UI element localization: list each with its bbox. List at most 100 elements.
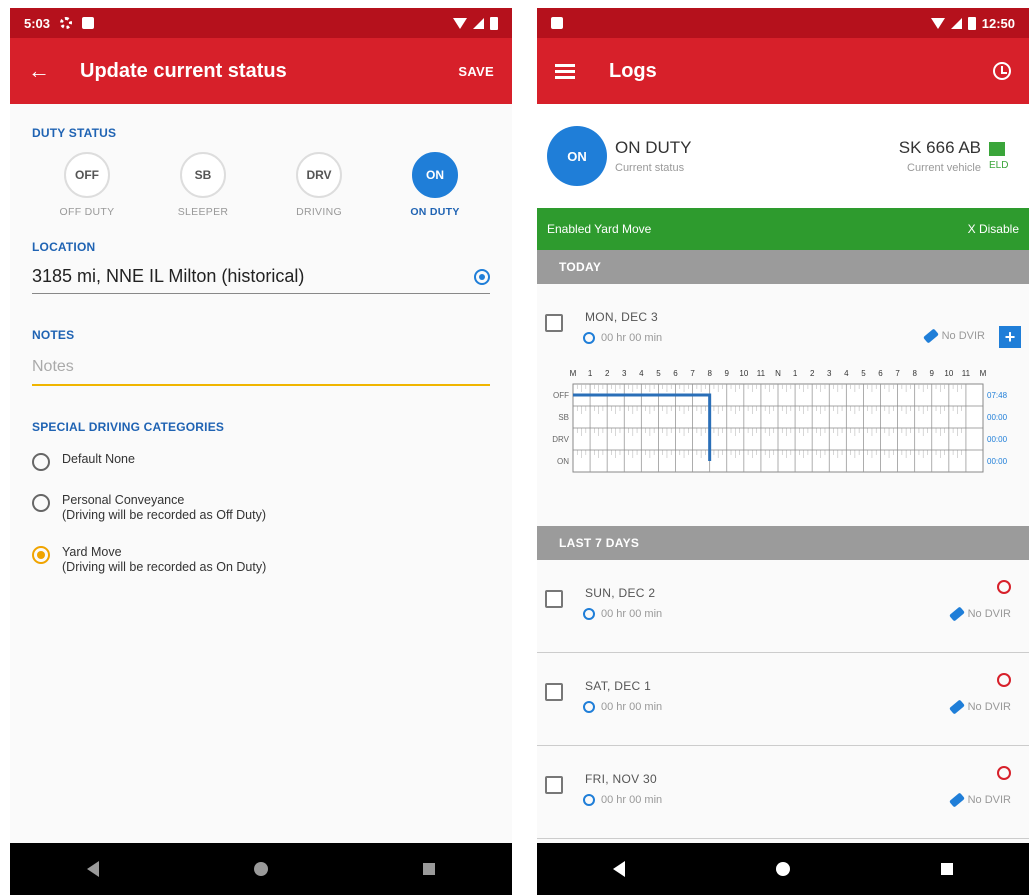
- grid-hour-label: 10: [739, 369, 748, 378]
- nav-home-icon[interactable]: [775, 862, 790, 876]
- clock-icon: [583, 794, 595, 806]
- day-time: 00 hr 00 min: [583, 794, 662, 806]
- vehicle-block[interactable]: SK 666 AB Current vehicle: [899, 138, 981, 174]
- grid-row-label: DRV: [552, 435, 569, 444]
- notification-icon: [82, 17, 95, 29]
- last7-list: SUN, DEC 2 00 hr 00 min No DVIR SAT, DEC 1 0…: [537, 560, 1029, 839]
- page-title: Update current status: [80, 59, 287, 82]
- special-category-option[interactable]: Personal Conveyance (Driving will be reco…: [32, 493, 490, 523]
- nav-recents-icon[interactable]: [422, 863, 435, 875]
- save-button[interactable]: SAVE: [458, 64, 494, 79]
- nav-home-icon[interactable]: [253, 862, 268, 876]
- day-time-value: 00 hr 00 min: [601, 701, 663, 713]
- dvir-status[interactable]: No DVIR: [948, 606, 1011, 622]
- duty-option-circle[interactable]: DRV: [296, 152, 342, 198]
- battery-icon: [490, 16, 498, 30]
- radio-button[interactable]: [32, 453, 50, 471]
- today-checkbox[interactable]: [545, 314, 563, 332]
- grid-hour-label: 2: [605, 369, 610, 378]
- back-arrow-icon[interactable]: ←: [28, 58, 58, 84]
- current-vehicle-caption: Current vehicle: [907, 162, 981, 174]
- grid-row-label: OFF: [553, 391, 569, 400]
- duty-option-drv[interactable]: DRV DRIVING: [274, 152, 364, 218]
- radio-label: Personal Conveyance (Driving will be reco…: [62, 493, 266, 523]
- day-checkbox[interactable]: [545, 683, 563, 701]
- dvir-status[interactable]: No DVIR: [948, 699, 1011, 715]
- eld-indicator: ELD: [989, 141, 1019, 171]
- grid-hour-label: 8: [707, 369, 712, 378]
- current-status-value: ON DUTY: [615, 138, 692, 157]
- logs-screen: 12:50 Logs ON ON DUTY Current status SK …: [537, 8, 1029, 895]
- disable-yard-move-button[interactable]: X Disable: [968, 222, 1019, 236]
- grid-hour-label: 3: [827, 369, 832, 378]
- nav-back-icon[interactable]: [87, 861, 100, 877]
- day-checkbox[interactable]: [545, 590, 563, 608]
- warning-icon[interactable]: [997, 766, 1011, 780]
- special-category-option[interactable]: Default None: [32, 452, 490, 471]
- warning-icon[interactable]: [997, 673, 1011, 687]
- dvir-label: No DVIR: [967, 608, 1011, 620]
- yard-move-text: Enabled Yard Move: [547, 222, 652, 236]
- menu-icon[interactable]: [555, 63, 575, 79]
- alarm-clock-icon[interactable]: [993, 62, 1011, 80]
- duty-option-circle[interactable]: SB: [180, 152, 226, 198]
- grid-hour-label: 5: [656, 369, 661, 378]
- warning-icon[interactable]: [997, 580, 1011, 594]
- grid-hour-label: 7: [690, 369, 695, 378]
- location-label: LOCATION: [32, 240, 96, 254]
- grid-hour-label: 11: [757, 369, 766, 378]
- dvir-label: No DVIR: [967, 794, 1011, 806]
- duty-option-off[interactable]: OFF OFF DUTY: [42, 152, 132, 218]
- current-status-header: ON ON DUTY Current status SK 666 AB Curr…: [537, 104, 1029, 208]
- special-category-option[interactable]: Yard Move (Driving will be recorded as On…: [32, 545, 490, 575]
- radio-label: Default None: [62, 452, 135, 467]
- wifi-icon: [930, 17, 945, 29]
- row-divider: [537, 838, 1029, 839]
- radio-title: Default None: [62, 452, 135, 466]
- target-icon[interactable]: [474, 268, 490, 285]
- wifi-icon: [453, 17, 467, 29]
- today-section-header: TODAY: [537, 250, 1029, 284]
- log-day-row[interactable]: SUN, DEC 2 00 hr 00 min No DVIR: [537, 560, 1029, 653]
- location-value[interactable]: 3185 mi, NNE IL Milton (historical): [32, 266, 304, 287]
- duty-option-on[interactable]: ON ON DUTY: [390, 152, 480, 218]
- duty-option-circle[interactable]: OFF: [64, 152, 110, 198]
- nav-recents-icon[interactable]: [941, 863, 954, 875]
- log-grid-chart: M 1 2 3 4 5 6 7 8 9 10 11 N 1 2 3 4 5 6 7 8 9 10 11 M OFF 07:48 SB 0…: [552, 369, 1008, 473]
- location-field[interactable]: 3185 mi, NNE IL Milton (historical): [32, 266, 490, 294]
- grid-hour-label: 11: [962, 369, 971, 378]
- dvir-status[interactable]: No DVIR: [922, 328, 985, 344]
- day-checkbox[interactable]: [545, 776, 563, 794]
- day-title: FRI, NOV 30: [585, 772, 657, 786]
- notes-input[interactable]: [32, 352, 490, 386]
- grid-row-label: SB: [558, 413, 569, 422]
- last7-section-header: LAST 7 DAYS: [537, 526, 1029, 560]
- add-dvir-button[interactable]: +: [999, 326, 1021, 348]
- status-block: ON DUTY Current status: [615, 138, 692, 174]
- page-title: Logs: [609, 59, 657, 82]
- eld-label: ELD: [989, 159, 1009, 171]
- duty-option-circle[interactable]: ON: [412, 152, 458, 198]
- nav-back-icon[interactable]: [612, 861, 625, 877]
- day-title: MON, DEC 3: [585, 310, 659, 324]
- grid-row-total: 00:00: [987, 435, 1008, 444]
- duty-option-caption: DRIVING: [296, 206, 342, 218]
- dvir-status[interactable]: No DVIR: [948, 792, 1011, 808]
- update-status-screen: 5:03 ← Update current status SAVE DUTY S…: [10, 8, 512, 895]
- grid-row-total: 00:00: [987, 457, 1008, 466]
- radio-button[interactable]: [32, 546, 50, 564]
- duty-option-sb[interactable]: SB SLEEPER: [158, 152, 248, 218]
- log-day-row[interactable]: FRI, NOV 30 00 hr 00 min No DVIR: [537, 746, 1029, 839]
- day-title: SAT, DEC 1: [585, 679, 652, 693]
- duty-option-caption: OFF DUTY: [59, 206, 115, 218]
- day-time-value: 00 hr 00 min: [601, 608, 663, 620]
- status-form: DUTY STATUS OFF OFF DUTY SB SLEEPER DRV DRIVI…: [10, 126, 512, 575]
- battery-icon: [967, 16, 976, 30]
- radio-button[interactable]: [32, 494, 50, 512]
- current-status-badge[interactable]: ON: [547, 126, 607, 186]
- today-log-row[interactable]: MON, DEC 3 00 hr 00 min No DVIR + M 1 2 3 4 5…: [537, 284, 1029, 526]
- status-time: 12:50: [981, 15, 1015, 31]
- clock-icon: [583, 332, 595, 344]
- log-day-row[interactable]: SAT, DEC 1 00 hr 00 min No DVIR: [537, 653, 1029, 746]
- app-bar: ← Update current status SAVE: [10, 38, 512, 104]
